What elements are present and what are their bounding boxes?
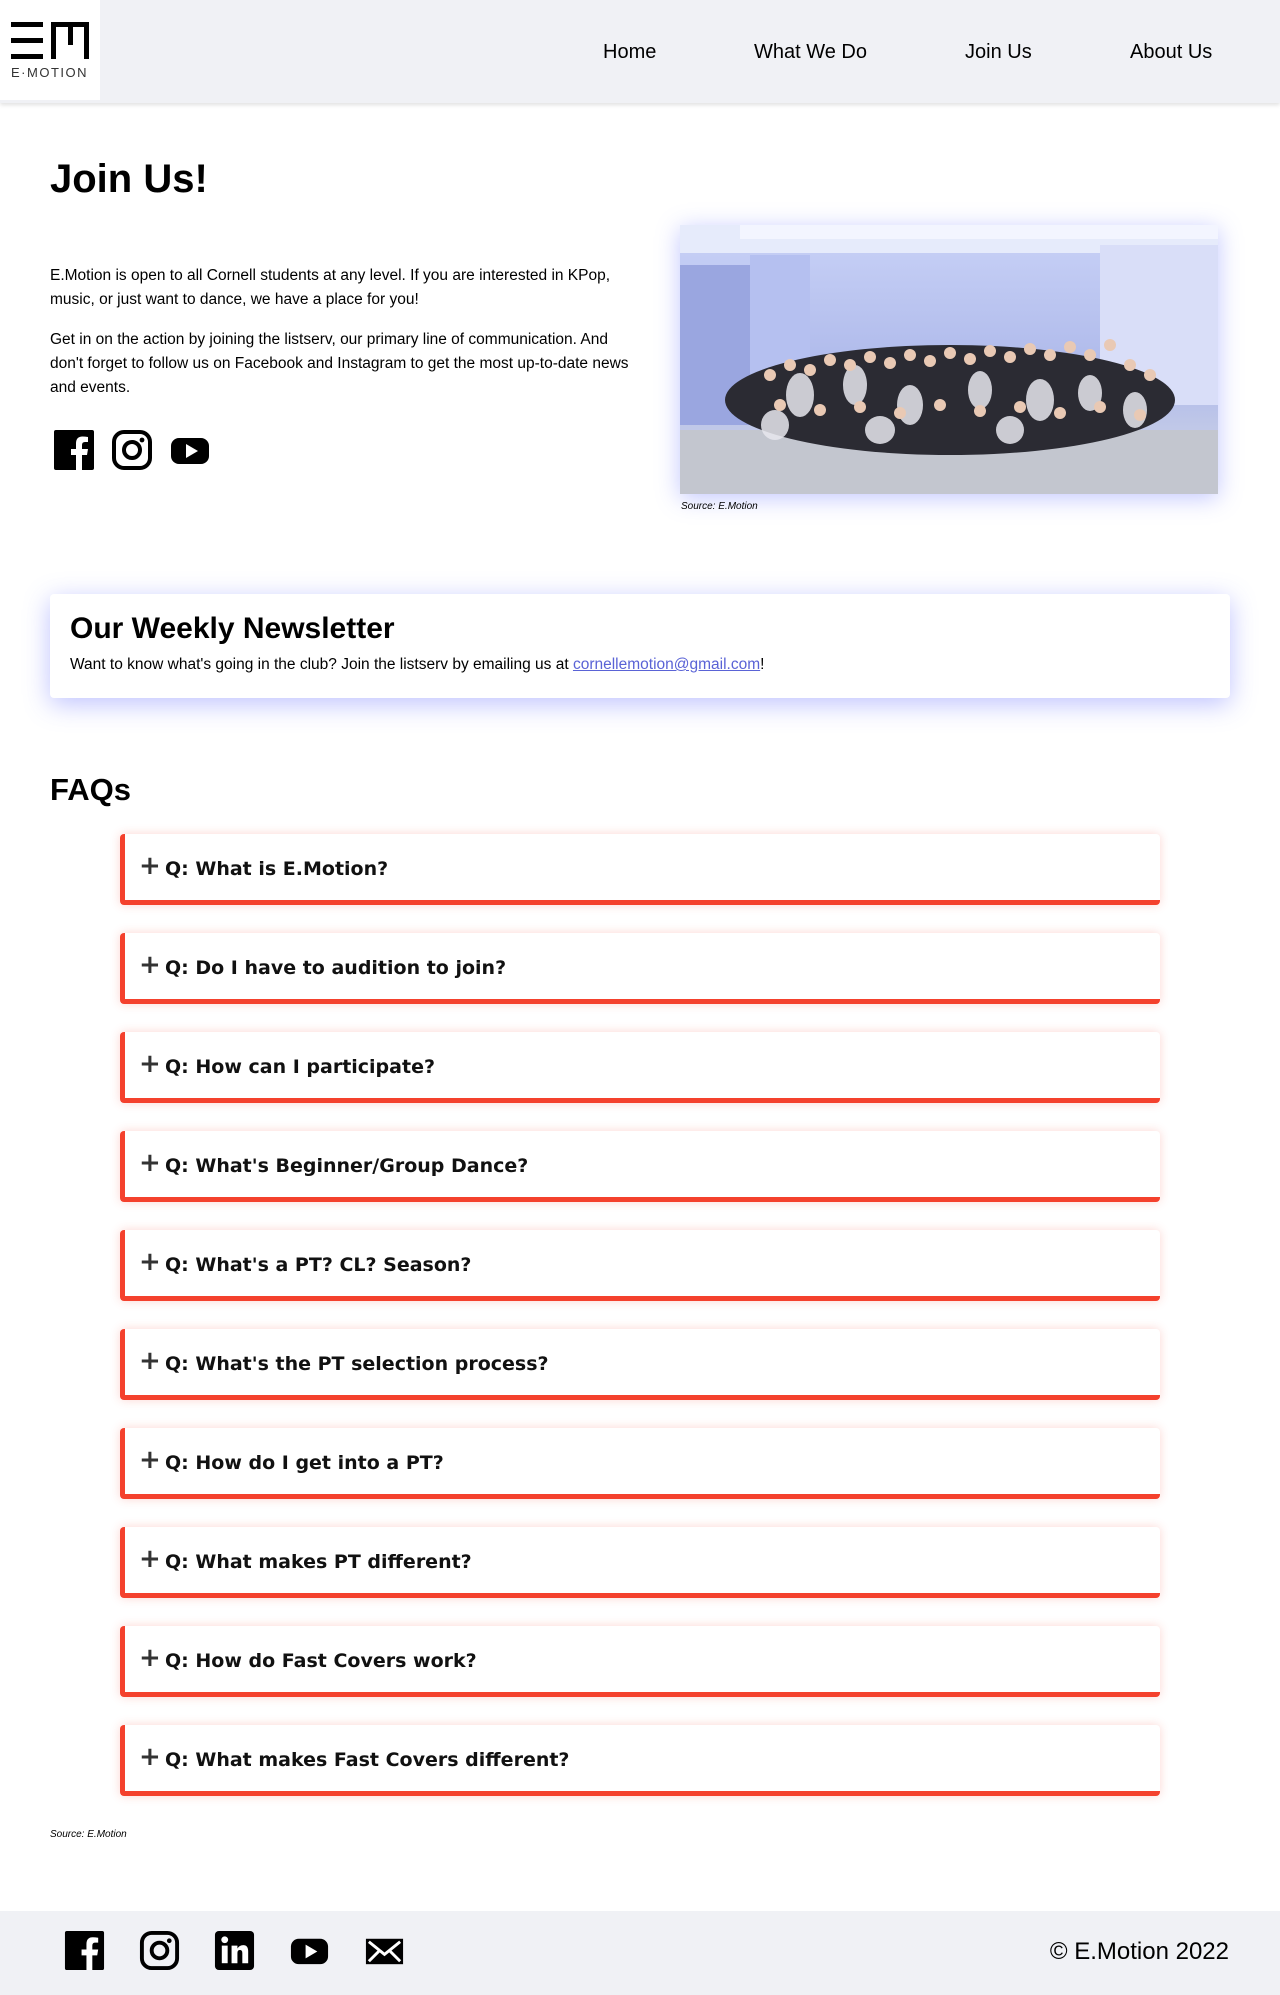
footer-mail-link[interactable] [363, 1929, 406, 1972]
faq-caption: Source: E.Motion [50, 1829, 127, 1840]
faq-title: FAQs [50, 772, 131, 807]
footer-facebook-link[interactable] [63, 1929, 106, 1972]
newsletter-title: Our Weekly Newsletter [70, 612, 395, 645]
nav-about-us[interactable]: About Us [1130, 41, 1212, 64]
nav-home[interactable]: Home [603, 41, 656, 64]
faq-item[interactable]: + Q: What makes PT different? [120, 1527, 1160, 1598]
photo-caption: Source: E.Motion [681, 501, 758, 512]
faq-question: Q: Do I have to audition to join? [165, 957, 507, 979]
faq-item[interactable]: + Q: What's a PT? CL? Season? [120, 1230, 1160, 1301]
logo[interactable]: E·MOTION [0, 0, 100, 100]
intro-paragraph-1: E.Motion is open to all Cornell students… [50, 267, 611, 308]
plus-icon[interactable]: + [139, 1645, 161, 1671]
plus-icon[interactable]: + [139, 1150, 161, 1176]
faq-question: Q: What's a PT? CL? Season? [165, 1254, 472, 1276]
top-nav: E·MOTION Home What We Do Join Us About U… [0, 0, 1280, 103]
newsletter-text: Want to know what's going in the club? J… [70, 656, 764, 674]
instagram-link[interactable] [110, 428, 154, 472]
newsletter-card: Our Weekly Newsletter Want to know what'… [50, 594, 1230, 698]
nav-what-we-do[interactable]: What We Do [754, 41, 867, 64]
page-title: Join Us! [50, 157, 208, 201]
plus-icon[interactable]: + [139, 1249, 161, 1275]
footer-youtube-link[interactable] [288, 1929, 331, 1972]
footer: © E.Motion 2022 [0, 1911, 1280, 1995]
group-photo-image [680, 225, 1218, 494]
intro-paragraph-2: Get in on the action by joining the list… [50, 331, 629, 396]
faq-question: Q: What makes PT different? [165, 1551, 472, 1573]
footer-instagram-link[interactable] [138, 1929, 181, 1972]
newsletter-text-before: Want to know what's going in the club? J… [70, 656, 573, 673]
facebook-link[interactable] [52, 428, 96, 472]
join-social-links [52, 428, 212, 472]
logo-mark-icon [11, 22, 89, 59]
facebook-icon [64, 1930, 105, 1971]
faq-item[interactable]: + Q: Do I have to audition to join? [120, 933, 1160, 1004]
footer-social-links [63, 1929, 406, 1972]
plus-icon[interactable]: + [139, 1546, 161, 1572]
plus-icon[interactable]: + [139, 952, 161, 978]
newsletter-email-link[interactable]: cornellemotion@gmail.com [573, 656, 760, 673]
faq-item[interactable]: + Q: How do I get into a PT? [120, 1428, 1160, 1499]
faq-question: Q: How do I get into a PT? [165, 1452, 444, 1474]
footer-linkedin-link[interactable] [213, 1929, 256, 1972]
faq-item[interactable]: + Q: What's Beginner/Group Dance? [120, 1131, 1160, 1202]
instagram-icon [112, 430, 152, 470]
copyright: © E.Motion 2022 [1049, 1938, 1229, 1965]
faq-question: Q: What's the PT selection process? [165, 1353, 549, 1375]
logo-text: E·MOTION [11, 65, 88, 80]
faq-item[interactable]: + Q: How do Fast Covers work? [120, 1626, 1160, 1697]
faq-item[interactable]: + Q: What makes Fast Covers different? [120, 1725, 1160, 1796]
faq-question: Q: What makes Fast Covers different? [165, 1749, 570, 1771]
plus-icon[interactable]: + [139, 1447, 161, 1473]
plus-icon[interactable]: + [139, 1051, 161, 1077]
faq-question: Q: What is E.Motion? [165, 858, 389, 880]
nav-join-us[interactable]: Join Us [965, 41, 1032, 64]
newsletter-text-after: ! [760, 656, 765, 673]
youtube-icon [171, 438, 209, 464]
youtube-icon [290, 1938, 329, 1965]
faq-question: Q: How can I participate? [165, 1056, 435, 1078]
faq-question: Q: What's Beginner/Group Dance? [165, 1155, 529, 1177]
linkedin-icon [214, 1930, 255, 1971]
youtube-link[interactable] [168, 428, 212, 472]
faq-item[interactable]: + Q: What's the PT selection process? [120, 1329, 1160, 1400]
plus-icon[interactable]: + [139, 853, 161, 879]
facebook-icon [54, 430, 94, 470]
plus-icon[interactable]: + [139, 1744, 161, 1770]
faq-question: Q: How do Fast Covers work? [165, 1650, 477, 1672]
group-photo [680, 225, 1218, 494]
faq-item[interactable]: + Q: How can I participate? [120, 1032, 1160, 1103]
instagram-icon [139, 1930, 180, 1971]
plus-icon[interactable]: + [139, 1348, 161, 1374]
faq-item[interactable]: + Q: What is E.Motion? [120, 834, 1160, 905]
mail-icon [365, 1938, 404, 1965]
